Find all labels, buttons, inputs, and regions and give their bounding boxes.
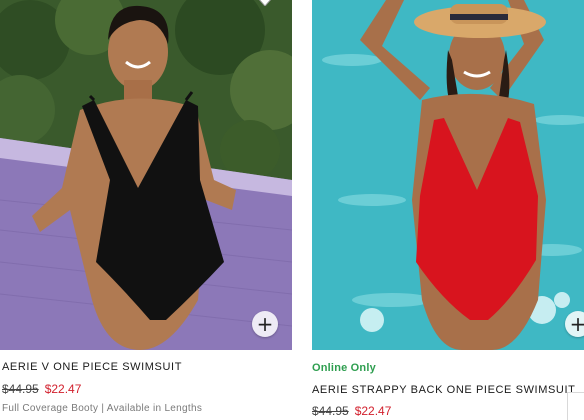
wishlist-icon[interactable]: [256, 0, 274, 6]
product-image-red-swimsuit[interactable]: +: [312, 0, 584, 350]
plus-icon: +: [256, 312, 274, 336]
sale-price: $22.47: [354, 404, 392, 418]
original-price: $44.95: [312, 404, 349, 418]
product-photo-red-swimsuit: [312, 0, 584, 350]
product-price: $44.95 $22.47: [2, 382, 81, 396]
product-photo-black-swimsuit: [0, 0, 292, 350]
product-name[interactable]: AERIE V ONE PIECE SWIMSUIT: [2, 361, 182, 373]
product-name[interactable]: AERIE STRAPPY BACK ONE PIECE SWIMSUIT: [312, 384, 575, 396]
online-only-badge: Online Only: [312, 362, 376, 374]
product-features: Full Coverage Booty | Available in Lengt…: [2, 403, 203, 414]
add-to-bag-button[interactable]: +: [565, 311, 584, 337]
product-card[interactable]: + Online Only AERIE STRAPPY BACK ONE PIE…: [312, 0, 584, 418]
sale-price: $22.47: [44, 382, 82, 396]
next-product-card-edge: [567, 392, 584, 420]
original-price: $44.95: [2, 382, 39, 396]
add-to-bag-button[interactable]: +: [252, 311, 278, 337]
product-image-black-swimsuit[interactable]: +: [0, 0, 292, 350]
product-card[interactable]: + AERIE V ONE PIECE SWIMSUIT $44.95 $22.4…: [0, 0, 292, 414]
product-grid: + AERIE V ONE PIECE SWIMSUIT $44.95 $22.4…: [0, 0, 584, 420]
plus-icon: +: [569, 312, 584, 336]
product-price: $44.95 $22.47: [312, 404, 391, 418]
